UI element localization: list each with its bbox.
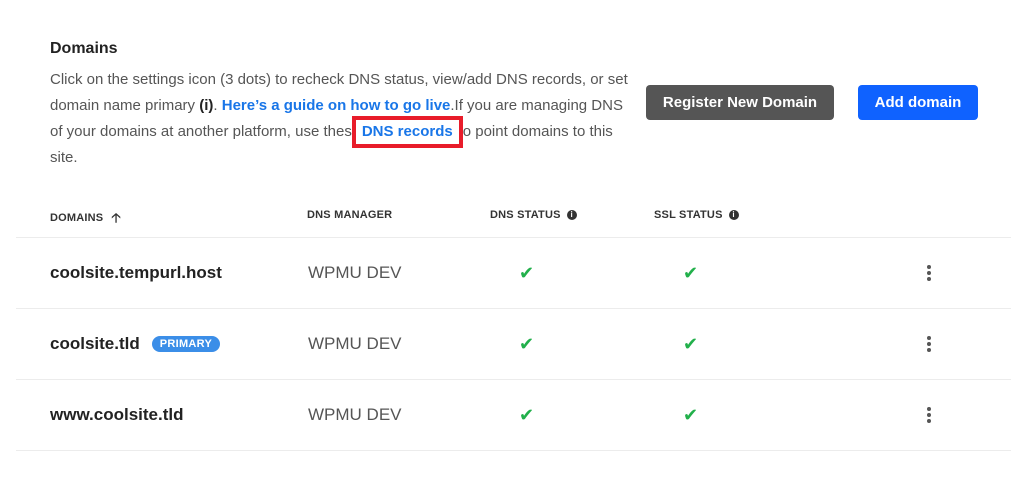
- manager-cell: WPMU DEV: [308, 238, 402, 308]
- check-icon: ✔: [683, 404, 699, 425]
- section-title: Domains: [50, 40, 118, 57]
- register-new-domain-button[interactable]: Register New Domain: [646, 85, 834, 120]
- kebab-menu-icon[interactable]: [923, 403, 935, 427]
- table-row: www.coolsite.tld WPMU DEV ✔ ✔: [16, 380, 1011, 451]
- header-ssl-status-label: SSL STATUS: [654, 209, 723, 221]
- desc-text-2: .: [213, 97, 222, 114]
- desc-info: (i): [199, 97, 214, 114]
- ssl-status-cell: ✔: [683, 380, 698, 450]
- manager-cell: WPMU DEV: [308, 380, 402, 450]
- domain-name: coolsite.tempurl.host: [50, 263, 222, 282]
- dns-status-cell: ✔: [519, 309, 534, 379]
- kebab-menu-icon[interactable]: [923, 261, 935, 285]
- check-icon: ✔: [683, 262, 699, 283]
- header-domains-label: DOMAINS: [50, 212, 104, 224]
- ssl-status-cell: ✔: [683, 309, 698, 379]
- info-icon[interactable]: i: [566, 210, 577, 220]
- go-live-guide-link[interactable]: Here’s a guide on how to go live: [222, 97, 451, 114]
- header-domains[interactable]: DOMAINS 🡡: [50, 209, 121, 231]
- check-icon: ✔: [683, 333, 699, 354]
- kebab-menu-icon[interactable]: [923, 332, 935, 356]
- domain-name: coolsite.tld: [50, 334, 140, 353]
- info-icon[interactable]: i: [728, 210, 739, 220]
- check-icon: ✔: [519, 404, 535, 425]
- dns-records-link[interactable]: DNS records: [351, 116, 463, 148]
- dns-manager-value: WPMU DEV: [308, 263, 402, 282]
- domain-cell: www.coolsite.tld: [50, 380, 184, 450]
- domain-cell: coolsite.tempurl.host: [50, 238, 222, 308]
- dns-manager-value: WPMU DEV: [308, 405, 402, 424]
- header-dns-status: DNS STATUS i: [490, 209, 577, 221]
- table-header: DOMAINS 🡡 DNS MANAGER DNS STATUS i SSL STA…: [16, 200, 1011, 238]
- actions-cell: [923, 238, 935, 308]
- dns-status-cell: ✔: [519, 238, 534, 308]
- check-icon: ✔: [519, 262, 535, 283]
- domain-name: www.coolsite.tld: [50, 405, 184, 424]
- arrow-up-icon[interactable]: 🡡: [111, 210, 121, 225]
- add-domain-button[interactable]: Add domain: [858, 85, 978, 120]
- section-description: Click on the settings icon (3 dots) to r…: [50, 67, 630, 171]
- table-row: coolsite.tld PRIMARY WPMU DEV ✔ ✔: [16, 309, 1011, 380]
- header-dns-manager: DNS MANAGER: [307, 209, 393, 221]
- dns-manager-value: WPMU DEV: [308, 334, 402, 353]
- ssl-status-cell: ✔: [683, 238, 698, 308]
- header-ssl-status: SSL STATUS i: [654, 209, 739, 221]
- manager-cell: WPMU DEV: [308, 309, 402, 379]
- header-dns-status-label: DNS STATUS: [490, 209, 561, 221]
- table-row: coolsite.tempurl.host WPMU DEV ✔ ✔: [16, 238, 1011, 309]
- check-icon: ✔: [519, 333, 535, 354]
- actions-cell: [923, 380, 935, 450]
- dns-status-cell: ✔: [519, 380, 534, 450]
- domain-cell: coolsite.tld PRIMARY: [50, 309, 221, 379]
- primary-badge: PRIMARY: [151, 336, 221, 352]
- actions-cell: [923, 309, 935, 379]
